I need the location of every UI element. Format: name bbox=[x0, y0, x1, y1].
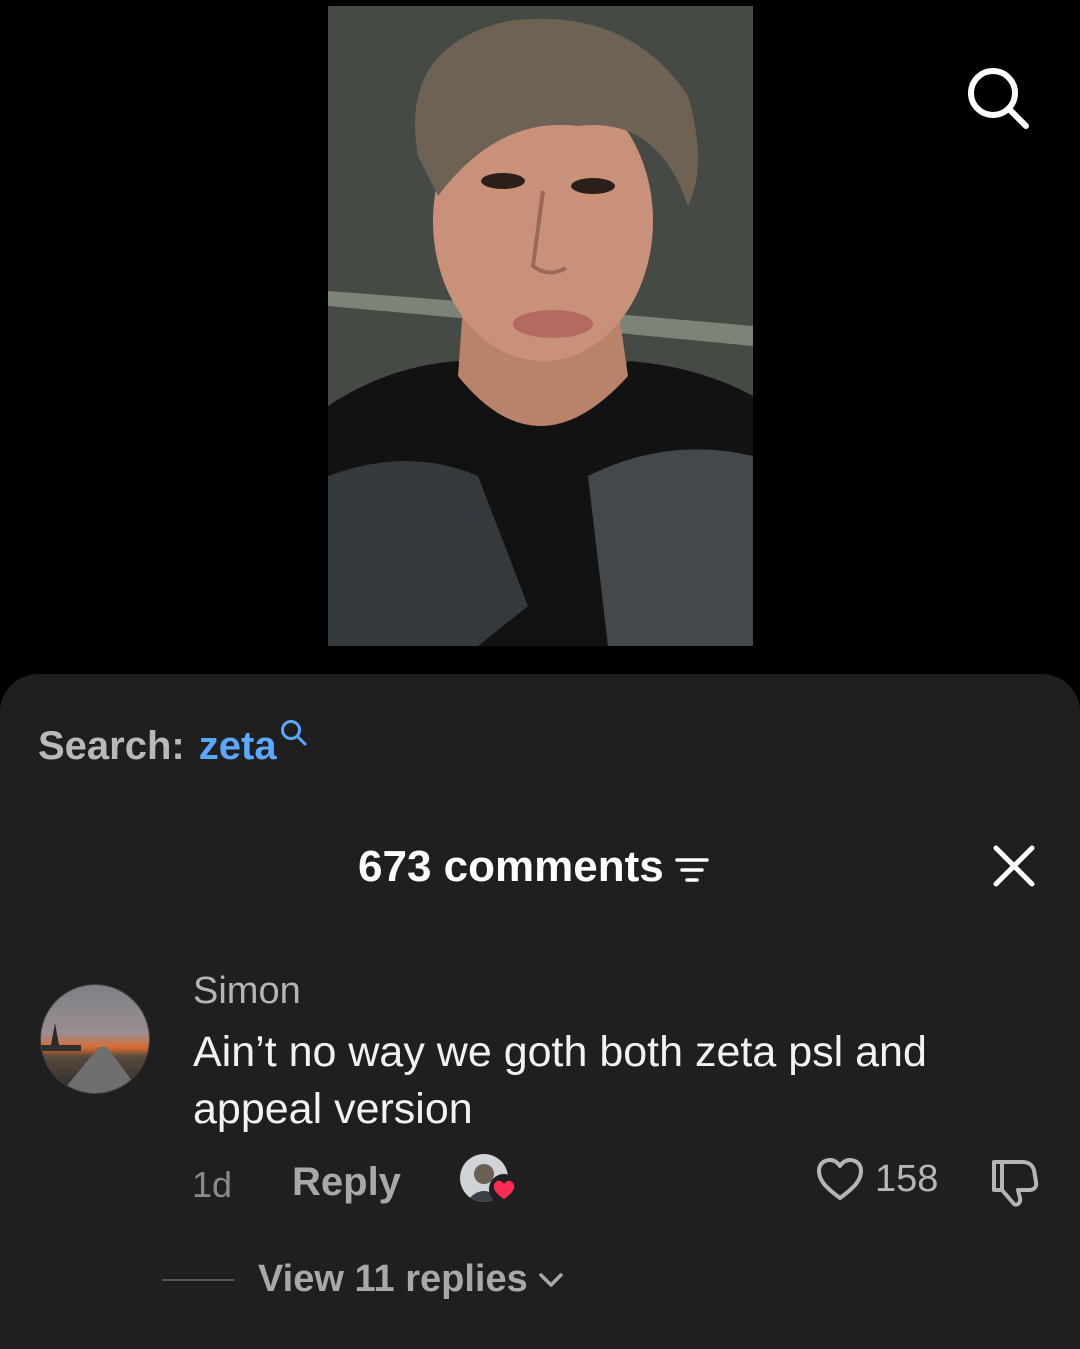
like-count: 158 bbox=[875, 1157, 939, 1200]
close-button[interactable] bbox=[990, 842, 1038, 890]
search-term-link[interactable]: zeta bbox=[199, 724, 277, 769]
search-button[interactable] bbox=[955, 55, 1041, 141]
comments-count-title: 673 comments bbox=[358, 842, 664, 891]
comment-actions: 1d Reply 158 bbox=[0, 1154, 1080, 1210]
reply-button[interactable]: Reply bbox=[292, 1160, 401, 1205]
video-thumbnail[interactable] bbox=[328, 6, 753, 646]
thumbs-down-icon bbox=[992, 1160, 1039, 1207]
related-search-link[interactable]: Search: zeta bbox=[38, 720, 309, 769]
heart-outline-icon bbox=[817, 1158, 863, 1200]
close-icon bbox=[993, 845, 1035, 887]
like-button[interactable]: 158 bbox=[815, 1156, 938, 1202]
heart-icon bbox=[489, 1174, 519, 1204]
dislike-button[interactable] bbox=[986, 1154, 1042, 1215]
view-replies-row[interactable]: View 11 replies bbox=[162, 1258, 564, 1301]
avatar[interactable] bbox=[40, 984, 150, 1094]
filter-icon[interactable] bbox=[674, 855, 710, 885]
search-icon bbox=[280, 720, 307, 746]
chevron-down-icon bbox=[538, 1272, 563, 1287]
video-player[interactable] bbox=[0, 0, 1080, 700]
video-portrait-image bbox=[328, 6, 753, 646]
comment-text: Ain’t no way we goth both zeta psl and a… bbox=[193, 1028, 927, 1133]
view-replies-button[interactable]: View 11 replies bbox=[258, 1258, 528, 1301]
search-prefix-label: Search: bbox=[38, 724, 185, 768]
comment-username[interactable]: Simon bbox=[193, 970, 301, 1013]
liked-by-creator-badge bbox=[460, 1154, 520, 1210]
comment-timestamp: 1d bbox=[192, 1164, 233, 1205]
avatar-image bbox=[41, 985, 149, 1093]
comments-sheet: Search: zeta 673 comments Simon Ain’t no… bbox=[0, 674, 1080, 1349]
comments-header: 673 comments bbox=[358, 842, 710, 892]
replies-divider bbox=[162, 1278, 234, 1281]
search-icon bbox=[968, 68, 1029, 129]
